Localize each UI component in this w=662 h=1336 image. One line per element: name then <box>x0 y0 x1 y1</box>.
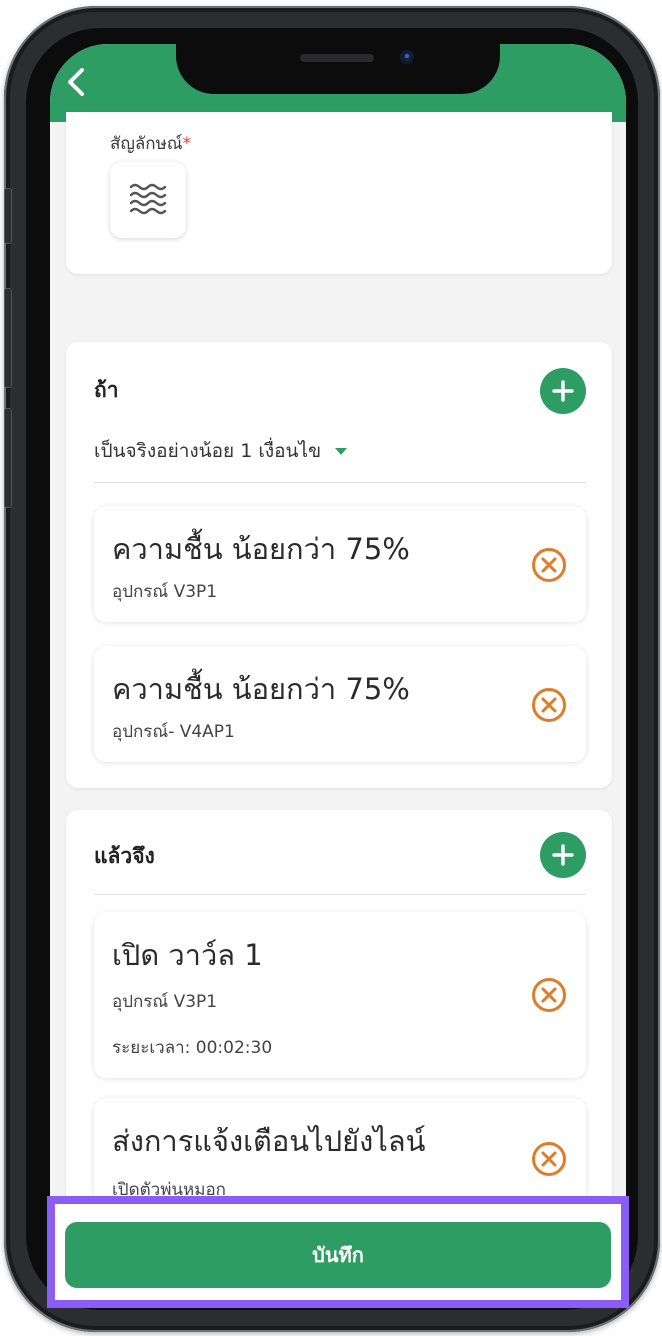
divider <box>94 894 586 895</box>
volume-down-button <box>4 408 12 508</box>
divider <box>94 482 586 483</box>
add-condition-button[interactable] <box>540 368 586 414</box>
plus-icon <box>552 380 574 402</box>
condition-title: ความชื้น น้อยกว่า 75% <box>112 532 410 566</box>
save-highlight-box: บันทึก <box>47 1196 629 1308</box>
action-title: เปิด วาว์ล 1 <box>112 938 263 972</box>
condition-item[interactable]: ความชื้น น้อยกว่า 75% อุปกรณ์- V4AP1 <box>94 646 586 762</box>
remove-condition-icon[interactable] <box>530 546 568 584</box>
notch <box>176 44 500 94</box>
if-title: ถ้า <box>94 378 119 402</box>
condition-mode-label: เป็นจริงอย่างน้อย 1 เงื่อนไข <box>94 440 322 462</box>
symbol-label: สัญลักษณ์* <box>110 134 192 154</box>
symbol-picker[interactable] <box>110 162 186 238</box>
symbol-card: สัญลักษณ์* <box>66 112 612 274</box>
condition-title: ความชื้น น้อยกว่า 75% <box>112 672 410 706</box>
if-card: ถ้า เป็นจริงอย่างน้อย 1 เงื่อนไข ความชื้… <box>66 342 612 788</box>
app-screen: สัญลักษณ์* ถ้า เป็นจริงอย่างน้อย 1 เงื่อ… <box>50 44 626 1296</box>
then-title: แล้วจึง <box>94 844 155 868</box>
speaker <box>300 54 374 62</box>
required-mark: * <box>182 134 192 154</box>
condition-mode-dropdown[interactable]: เป็นจริงอย่างน้อย 1 เงื่อนไข <box>94 436 348 466</box>
condition-device: อุปกรณ์ V3P1 <box>112 582 218 602</box>
front-camera <box>400 50 414 64</box>
chevron-left-icon <box>68 68 84 96</box>
action-device: อุปกรณ์ V3P1 <box>112 992 218 1012</box>
mute-switch <box>4 188 12 244</box>
plus-icon <box>552 844 574 866</box>
remove-action-icon[interactable] <box>530 976 568 1014</box>
condition-item[interactable]: ความชื้น น้อยกว่า 75% อุปกรณ์ V3P1 <box>94 506 586 622</box>
header-bar <box>50 44 626 122</box>
save-button[interactable]: บันทึก <box>65 1222 611 1288</box>
condition-device: อุปกรณ์- V4AP1 <box>112 722 235 742</box>
caret-down-icon <box>335 448 348 455</box>
water-waves-icon <box>129 183 167 215</box>
volume-up-button <box>4 288 12 388</box>
back-button[interactable] <box>64 66 100 106</box>
action-duration: ระยะเวลา: 00:02:30 <box>112 1038 273 1058</box>
form-content: สัญลักษณ์* ถ้า เป็นจริงอย่างน้อย 1 เงื่อ… <box>50 112 626 1296</box>
add-action-button[interactable] <box>540 832 586 878</box>
remove-condition-icon[interactable] <box>530 686 568 724</box>
action-item[interactable]: เปิด วาว์ล 1 อุปกรณ์ V3P1 ระยะเวลา: 00:0… <box>94 912 586 1078</box>
remove-action-icon[interactable] <box>530 1140 568 1178</box>
action-title: ส่งการแจ้งเตือนไปยังไลน์ <box>112 1124 426 1158</box>
